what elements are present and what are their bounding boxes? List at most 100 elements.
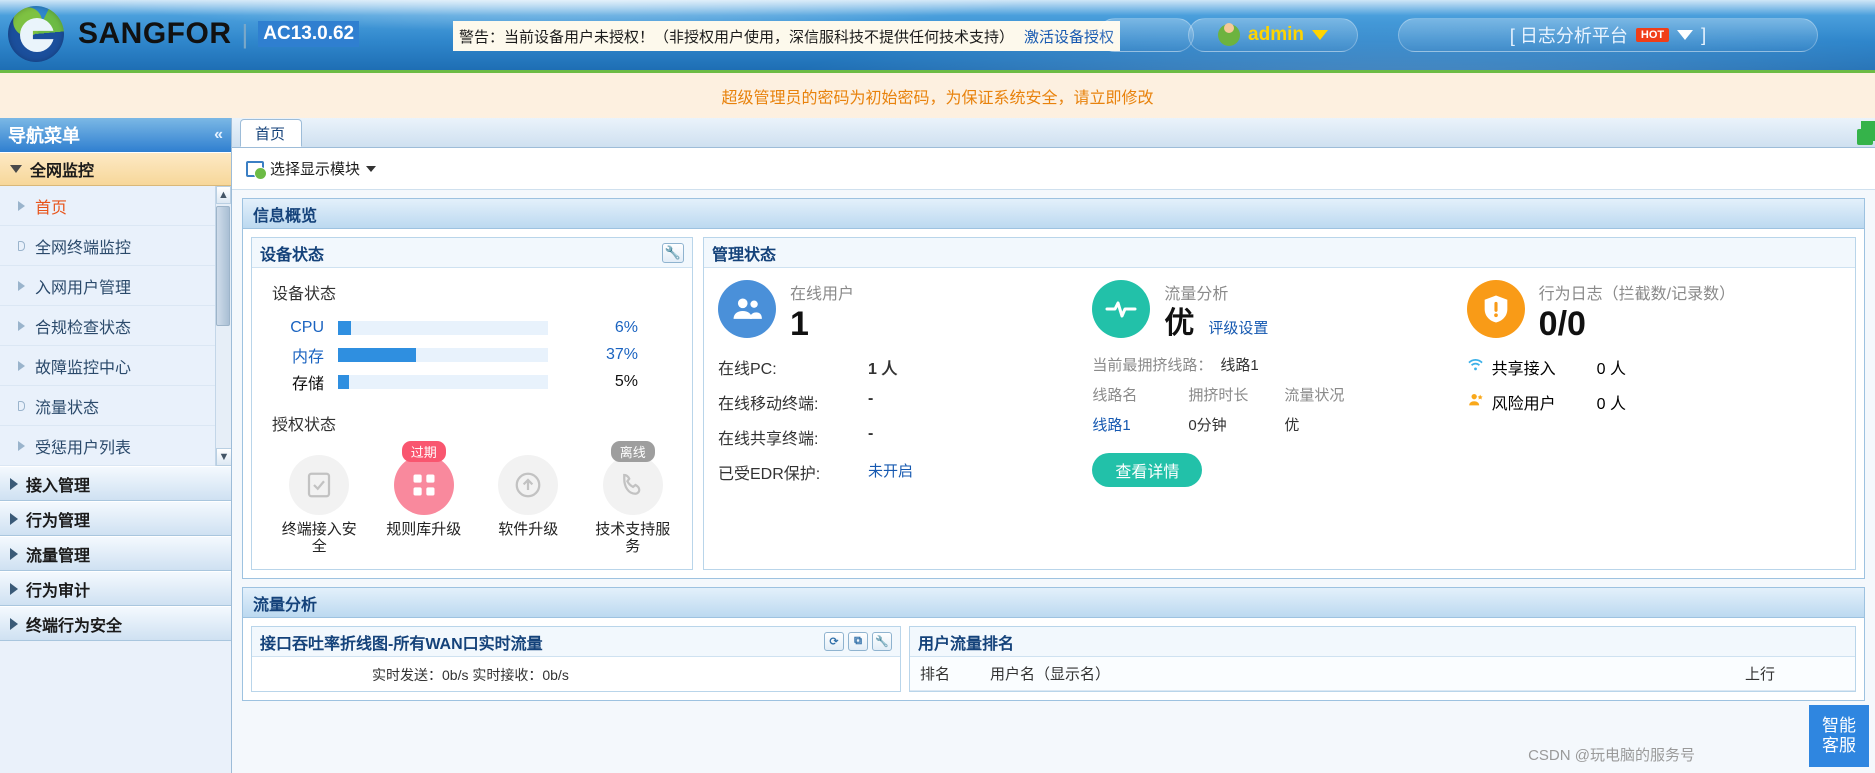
line-name-link[interactable]: 线路1 [1092, 417, 1130, 434]
shared-access-row: 共享接入 0 人 [1467, 355, 1841, 379]
manage-status-header: 管理状态 [704, 238, 1855, 268]
shield-check-icon [289, 455, 350, 515]
sidebar-item-user-management[interactable]: 入网用户管理 [0, 266, 231, 306]
manage-status-card: 管理状态 在线用户 1 在线PC: 1 人 在线移动终端: - 在线共享终端: … [703, 237, 1856, 570]
user-traffic-ranking-card: 用户流量排名 排名 用户名（显示名） 上行 [909, 626, 1856, 692]
sidebar-item-home[interactable]: 首页 [0, 186, 231, 226]
navigation-sidebar: 导航菜单 « 全网监控 首页 全网终端监控 入网用户管理 合规检查状态 故障监控… [0, 118, 232, 773]
chevron-right-icon [18, 200, 25, 211]
sidebar-group-network-monitor[interactable]: 全网监控 [0, 152, 231, 186]
traffic-rating-value: 优 [1164, 307, 1195, 340]
sidebar-item-label: 流量状态 [35, 399, 100, 417]
shared-access-label-group: 共享接入 [1467, 355, 1587, 379]
wrench-icon[interactable]: 🔧 [662, 242, 684, 263]
sidebar-group-label: 行为管理 [26, 512, 91, 530]
sidebar-item-endpoint-monitor[interactable]: 全网终端监控 [0, 226, 231, 266]
admin-username: admin [1248, 24, 1304, 45]
module-selector-label[interactable]: 选择显示模块 [270, 158, 360, 179]
auth-item-endpoint-access[interactable]: 终端接入安 全 [272, 441, 367, 555]
sidebar-title: 导航菜单 [8, 126, 80, 146]
module-selector-bar: 选择显示模块 [232, 148, 1875, 190]
sidebar-group-behavior-management[interactable]: 行为管理 [0, 501, 231, 536]
line-table-header: 线路名 拥挤时长 流量状况 [1092, 384, 1466, 405]
sidebar-item-punished-users[interactable]: 受惩用户列表 [0, 426, 231, 466]
sidebar-collapse-icon[interactable]: « [214, 126, 223, 144]
sangfor-globe-icon [8, 6, 64, 62]
chevron-right-icon [18, 360, 25, 371]
scroll-down-button[interactable]: ▼ [216, 448, 231, 466]
user-avatar-icon [1218, 23, 1241, 46]
brand-name: SANGFOR [78, 17, 232, 50]
busiest-line-value: 线路1 [1220, 357, 1259, 374]
sidebar-group-access-management[interactable]: 接入管理 [0, 466, 231, 501]
top-header-bar: SANGFOR | AC13.0.62 警告：当前设备用户未授权！（非授权用户使… [0, 0, 1875, 70]
ranking-table-header: 排名 用户名（显示名） 上行 [910, 657, 1855, 691]
sidebar-group-label: 接入管理 [26, 477, 91, 495]
sidebar-group-label: 全网监控 [30, 163, 95, 180]
behavior-log-top: 行为日志（拦截数/记录数） 0/0 [1466, 280, 1841, 344]
gauge-row-memory: 内存 37% [264, 341, 680, 368]
auth-item-label: 规则库升级 [386, 521, 462, 538]
col-header-traffic-status: 流量状况 [1284, 387, 1345, 404]
auth-item-label2: 务 [625, 538, 641, 555]
busiest-line-label: 当前最拥挤线路： [1092, 357, 1213, 374]
chevron-right-icon [18, 320, 25, 331]
info-overview-panel: 信息概览 设备状态 🔧 设备状态 CPU 6% 内存 37% 存储 5% 授权状… [242, 198, 1865, 579]
row-value: - [868, 390, 874, 407]
rating-settings-link[interactable]: 评级设置 [1208, 317, 1268, 338]
gauge-label: 内存 [291, 348, 324, 366]
gauge-bar [338, 347, 548, 362]
smart-widget-line2: 客服 [1822, 736, 1856, 755]
auth-status-row: 终端接入安 全 过期 规则库升级 软件升级 离线 技术支持服 务 [264, 441, 680, 555]
log-platform-button[interactable]: [ 日志分析平台 HOT ] [1398, 18, 1818, 52]
sidebar-item-label: 入网用户管理 [35, 279, 132, 297]
sidebar-group-behavior-audit[interactable]: 行为审计 [0, 571, 231, 606]
chevron-right-hollow-icon [18, 240, 25, 251]
throughput-realtime-text: 实时发送：0b/s 实时接收：0b/s [372, 667, 569, 683]
watermark-text: CSDN @玩电脑的服务号 [1528, 747, 1695, 764]
tabstrip-right-marker [1861, 121, 1875, 141]
traffic-analysis-panel-title: 流量分析 [253, 596, 318, 614]
sidebar-item-traffic-status[interactable]: 流量状态 [0, 386, 231, 426]
status-badge-expired: 过期 [401, 441, 446, 462]
auth-item-tech-support[interactable]: 离线 技术支持服 务 [586, 441, 681, 555]
scroll-up-button[interactable]: ▲ [216, 186, 231, 204]
license-warning-strip: 警告：当前设备用户未授权！（非授权用户使用，深信服科技不提供任何技术支持） 激活… [453, 21, 1121, 51]
chevron-right-hollow-icon [18, 400, 25, 411]
traffic-analysis-panel: 流量分析 接口吞吐率折线图-所有WAN口实时流量 ⟳ ⧉ 🔧 实时发送：0b/s… [242, 587, 1865, 701]
sidebar-scrollbar[interactable]: ▲ ▼ [215, 186, 231, 466]
chevron-right-icon [18, 280, 25, 291]
edr-status-link[interactable]: 未开启 [868, 460, 913, 484]
log-platform-label: [ 日志分析平台 [1509, 26, 1628, 46]
col-header-rank: 排名 [920, 666, 951, 683]
throughput-chart-card: 接口吞吐率折线图-所有WAN口实时流量 ⟳ ⧉ 🔧 实时发送：0b/s 实时接收… [251, 626, 901, 692]
admin-menu-button[interactable]: admin [1188, 18, 1358, 52]
sidebar-item-fault-monitor[interactable]: 故障监控中心 [0, 346, 231, 386]
hot-badge: HOT [1635, 28, 1670, 42]
online-shared-row: 在线共享终端: - [718, 425, 1092, 449]
sidebar-group-endpoint-security[interactable]: 终端行为安全 [0, 606, 231, 641]
tab-strip: 首页 [232, 118, 1875, 148]
refresh-icon[interactable]: ⟳ [824, 632, 844, 651]
password-notice-bar: 超级管理员的密码为初始密码，为保证系统安全，请立即修改 [0, 70, 1875, 118]
export-icon[interactable]: ⧉ [848, 632, 868, 651]
smart-service-widget[interactable]: 智能 客服 [1809, 705, 1869, 767]
sidebar-group-traffic-management[interactable]: 流量管理 [0, 536, 231, 571]
auth-item-software-upgrade[interactable]: 软件升级 [481, 441, 576, 555]
auth-item-rules-upgrade[interactable]: 过期 规则库升级 [377, 441, 472, 555]
log-platform-bracket: ] [1701, 24, 1707, 45]
brand-logo[interactable]: SANGFOR | AC13.0.62 [8, 4, 360, 64]
phone-support-icon [602, 455, 663, 515]
gauge-label: CPU [290, 318, 324, 336]
chevron-down-icon[interactable] [366, 165, 377, 172]
status-badge-offline: 离线 [610, 441, 655, 462]
add-module-icon [246, 160, 267, 180]
wrench-icon[interactable]: 🔧 [872, 632, 892, 651]
tab-home[interactable]: 首页 [240, 119, 302, 147]
scrollbar-thumb[interactable] [216, 206, 230, 326]
view-detail-button[interactable]: 查看详情 [1092, 453, 1203, 487]
device-status-section-label: 设备状态 [272, 286, 337, 303]
auth-status-label: 授权状态 [272, 417, 337, 434]
sidebar-item-compliance-status[interactable]: 合规检查状态 [0, 306, 231, 346]
congestion-time-cell: 0分钟 [1188, 417, 1227, 434]
